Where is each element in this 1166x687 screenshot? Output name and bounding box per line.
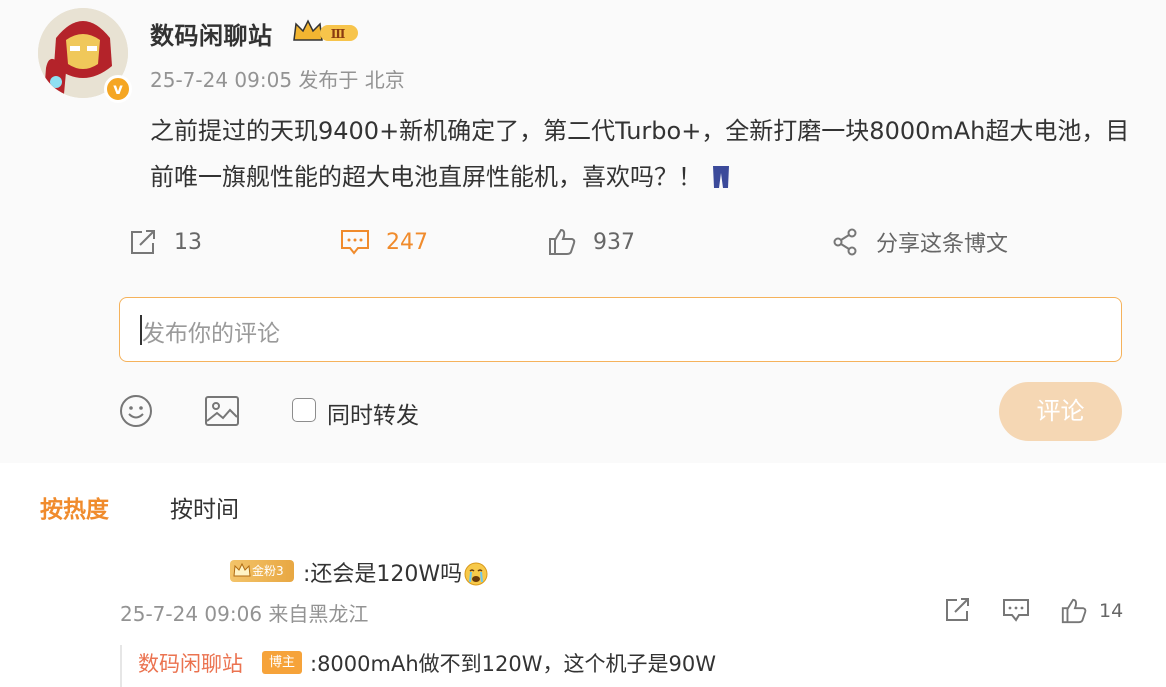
share-icon: [833, 228, 857, 256]
comment-body: :还会是120W吗: [303, 562, 463, 587]
emoji-button[interactable]: [119, 394, 153, 432]
verified-v-icon: v: [104, 75, 132, 103]
repost-count: 13: [174, 229, 202, 255]
submit-comment-button[interactable]: 评论: [999, 382, 1122, 441]
comment-placeholder: 发布你的评论: [142, 321, 280, 347]
level-badge-text: Ⅲ: [331, 27, 346, 41]
reply-divider: [120, 645, 122, 687]
sort-by-hot-tab[interactable]: 按热度: [40, 490, 109, 524]
comment-like-button[interactable]: [1060, 597, 1088, 629]
post-text-body: 之前提过的天玑9400+新机确定了，第二代Turbo+，全新打磨一块8000mA…: [150, 117, 1130, 191]
image-icon: [205, 396, 239, 426]
author-tag: 博主: [262, 651, 302, 674]
post-meta: 25-7-24 09:05 发布于 北京: [150, 68, 405, 92]
share-button[interactable]: 分享这条博文: [832, 224, 1008, 260]
repost-icon: [131, 230, 155, 254]
post-username[interactable]: 数码闲聊站: [150, 16, 273, 51]
like-icon: [1061, 598, 1087, 624]
fan-crown-icon: [233, 562, 251, 577]
comment-repost-button[interactable]: [944, 597, 972, 627]
post-card: v 数码闲聊站 Ⅲ 25-7-24 09:05 发布于 北京 之前提过的天玑94…: [0, 0, 1166, 463]
comment-reply-button[interactable]: [1002, 597, 1030, 627]
crown-badge-icon[interactable]: Ⅲ: [292, 18, 362, 46]
like-button[interactable]: 937: [547, 224, 635, 260]
repost-icon: [946, 598, 969, 621]
repost-label[interactable]: 同时转发: [327, 396, 419, 430]
repost-button[interactable]: 13: [128, 224, 202, 260]
repost-checkbox[interactable]: [292, 398, 316, 422]
comment-icon: [341, 230, 369, 255]
share-label: 分享这条博文: [876, 232, 1009, 257]
image-button[interactable]: [204, 394, 240, 432]
like-icon: [549, 228, 576, 255]
comment-icon: [1003, 599, 1029, 622]
like-count: 937: [593, 229, 635, 255]
comment-count: 247: [386, 229, 428, 255]
pants-emoji-icon: [712, 158, 730, 204]
emoji-icon: [120, 395, 152, 427]
fan-badge[interactable]: 金粉3: [230, 560, 294, 582]
reply-username[interactable]: 数码闲聊站: [138, 648, 243, 678]
crying-emoji-icon: [464, 562, 488, 592]
reply-text: :8000mAh做不到120W，这个机子是90W: [310, 652, 716, 676]
comment-like-count: 14: [1099, 600, 1124, 622]
sort-by-time-tab[interactable]: 按时间: [170, 490, 239, 524]
comment-meta: 25-7-24 09:06 来自黑龙江: [120, 602, 369, 626]
comment-input[interactable]: 发布你的评论: [119, 297, 1122, 362]
comment-text: :还会是120W吗: [303, 556, 488, 592]
comment-button[interactable]: 247: [340, 224, 428, 260]
fan-badge-label: 金粉3: [252, 564, 284, 578]
post-text: 之前提过的天玑9400+新机确定了，第二代Turbo+，全新打磨一块8000mA…: [150, 108, 1140, 204]
